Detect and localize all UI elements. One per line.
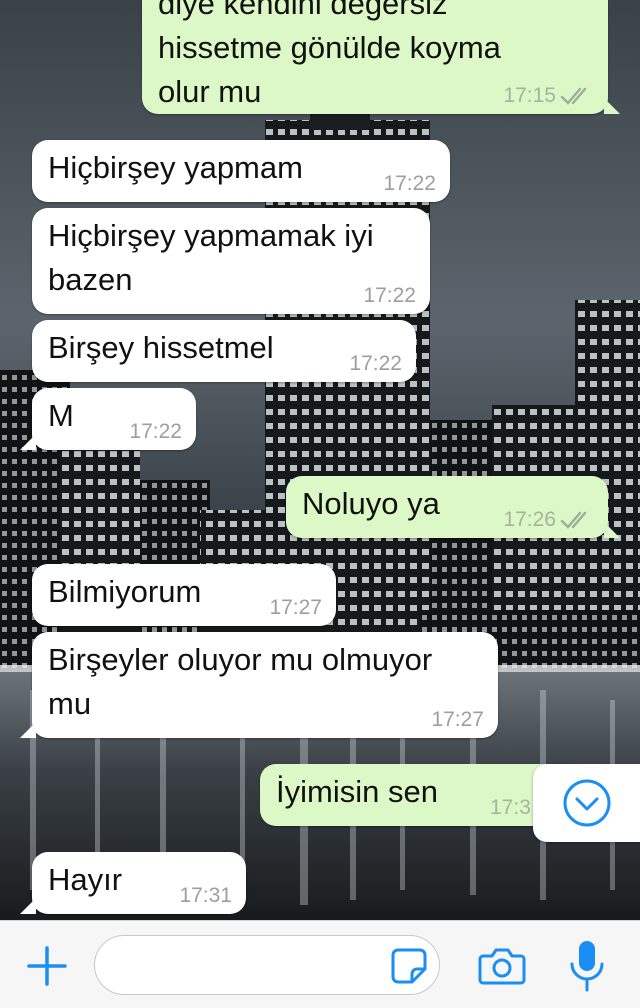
message-line: hissetme gönülde koyma — [158, 30, 501, 65]
message-time: 17:27 — [431, 708, 484, 731]
message-time: 17:22 — [383, 172, 436, 195]
message-line: Hiçbirşey yapmamak iyi — [48, 218, 374, 253]
message-meta: 17:27 — [269, 596, 322, 620]
message-line: mu — [48, 686, 92, 721]
message-line: Birşeyler oluyor mu olmuyor — [48, 642, 433, 677]
attach-button[interactable] — [20, 939, 74, 993]
message-time: 17:22 — [129, 420, 182, 443]
message-bubble-incoming[interactable]: Bilmiyorum 17:27 — [32, 564, 336, 626]
message-meta: 17:15 — [503, 84, 594, 108]
message-bubble-incoming[interactable]: Hiçbirşey yapmam 17:22 — [32, 140, 450, 202]
message-input[interactable] — [94, 935, 440, 995]
message-meta: 17:27 — [431, 708, 484, 732]
message-bubble-outgoing[interactable]: diye kendini değersiz hissetme gönülde k… — [142, 0, 620, 114]
message-bubble-incoming[interactable]: Hayır 17:31 — [20, 852, 246, 914]
sticker-icon — [391, 948, 427, 984]
message-bubble-incoming[interactable]: M 17:22 — [20, 388, 196, 450]
message-bubble-outgoing[interactable]: İyimisin sen 17:3 — [260, 764, 580, 826]
bubble-tail — [20, 434, 36, 450]
message-meta: 17:22 — [349, 352, 402, 376]
message-bubble-outgoing[interactable]: Noluyo ya 17:26 — [286, 476, 620, 538]
message-bubble-incoming[interactable]: Hiçbirşey yapmamak iyi bazen 17:22 — [32, 208, 430, 314]
message-line: diye kendini değersiz — [158, 0, 448, 21]
message-time: 17:15 — [503, 84, 556, 107]
message-line: Birşey hissetmel — [48, 330, 274, 365]
message-time: 17:3 — [490, 796, 531, 819]
plus-icon — [27, 946, 67, 986]
message-bubble-incoming[interactable]: Birşey hissetmel 17:22 — [32, 320, 416, 382]
camera-icon — [478, 948, 526, 985]
message-line: Hiçbirşey yapmam — [48, 150, 303, 185]
message-time: 17:22 — [349, 352, 402, 375]
message-meta: 17:22 — [383, 172, 436, 196]
message-meta: 17:26 — [503, 508, 594, 532]
scroll-to-bottom-button[interactable] — [533, 764, 640, 842]
bubble-tail — [604, 522, 620, 538]
bubble-tail — [604, 98, 620, 114]
double-check-icon — [560, 511, 587, 529]
message-meta: 17:22 — [129, 420, 182, 444]
double-check-icon — [560, 87, 587, 105]
chevron-down-circle-icon — [563, 779, 610, 827]
message-line: bazen — [48, 262, 133, 297]
message-meta: 17:31 — [179, 884, 232, 908]
message-time: 17:22 — [363, 284, 416, 307]
message-time: 17:26 — [503, 508, 556, 531]
message-time: 17:31 — [179, 884, 232, 907]
message-composer-bar — [0, 920, 640, 1008]
camera-button[interactable] — [474, 939, 530, 993]
bubble-tail — [20, 722, 36, 738]
message-meta: 17:22 — [363, 284, 416, 308]
message-time: 17:27 — [269, 596, 322, 619]
sticker-button[interactable] — [389, 946, 429, 986]
message-bubble-incoming[interactable]: Birşeyler oluyor mu olmuyor mu 17:27 — [20, 632, 498, 738]
message-meta: 17:3 — [490, 796, 531, 820]
microphone-icon — [570, 941, 604, 992]
microphone-button[interactable] — [562, 935, 612, 997]
bubble-tail — [20, 898, 36, 914]
